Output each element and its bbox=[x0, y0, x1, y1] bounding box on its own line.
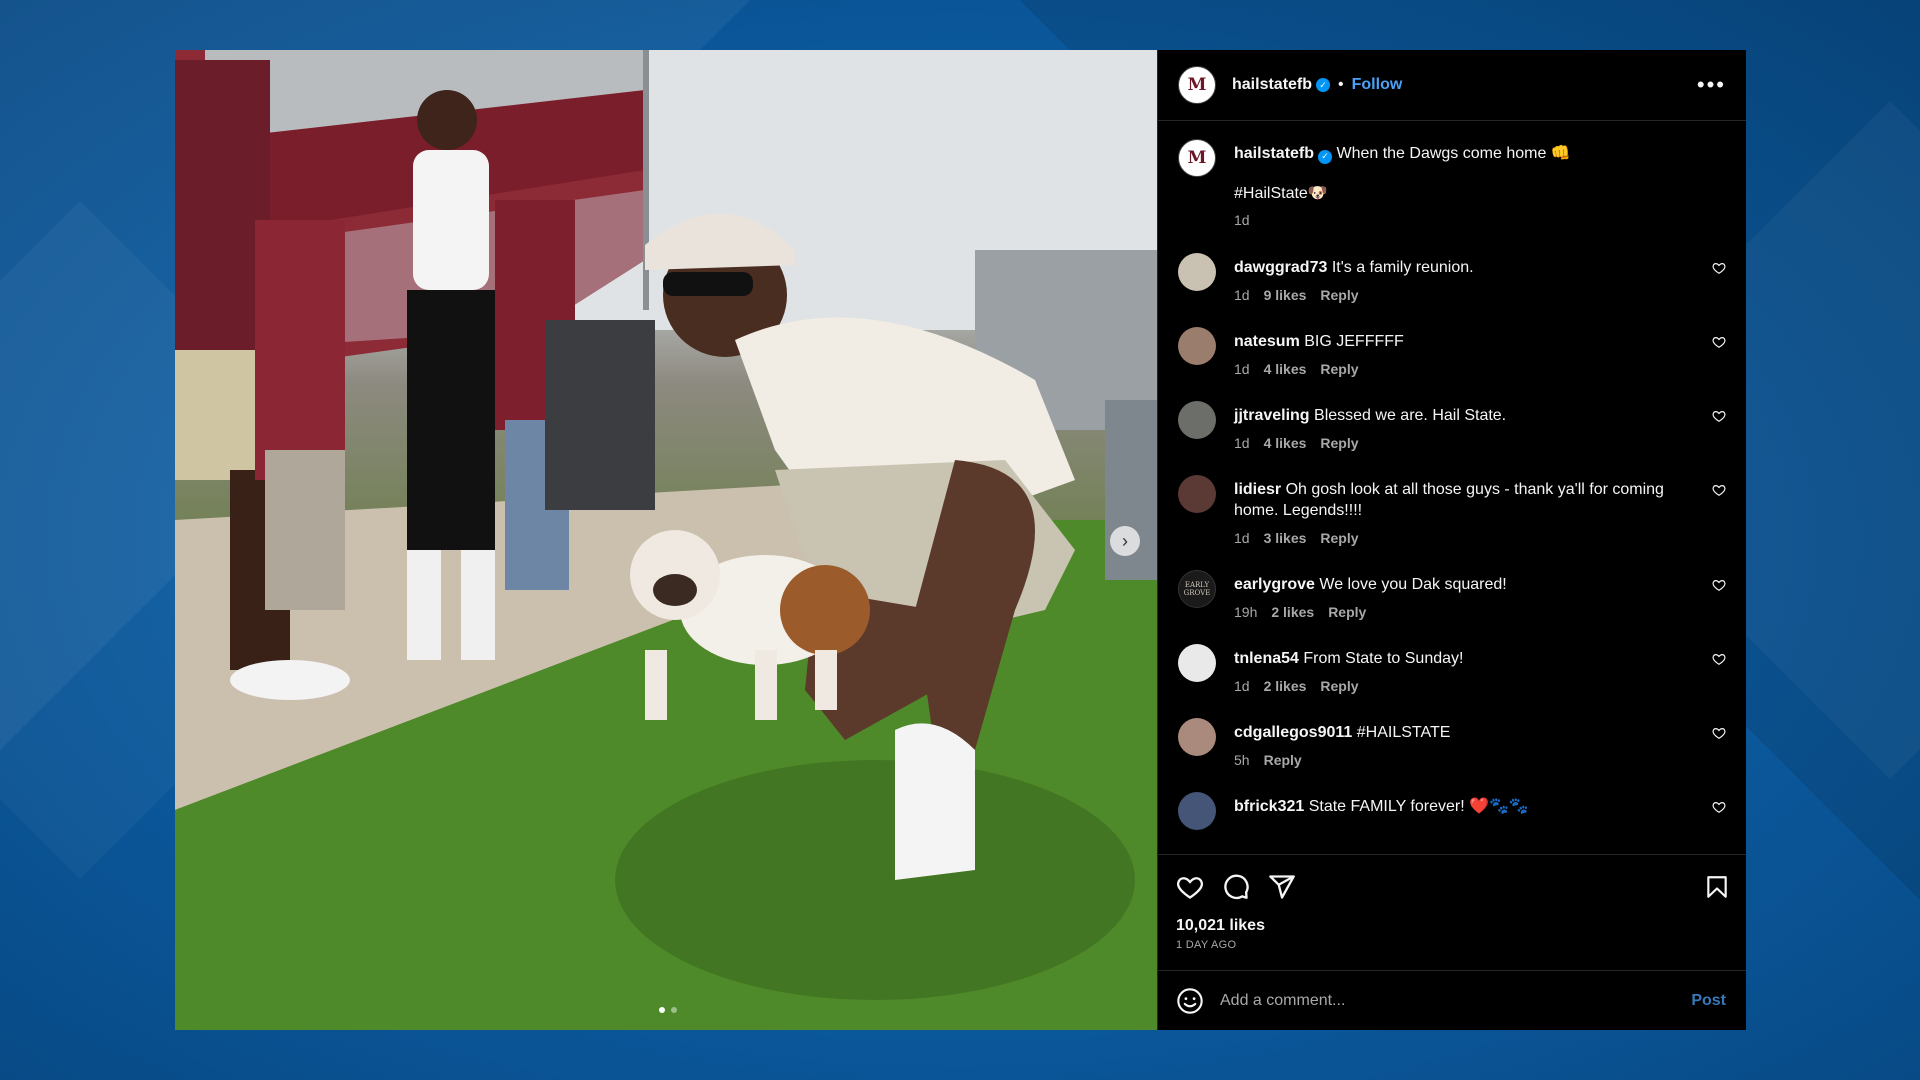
comment-username[interactable]: natesum bbox=[1234, 333, 1300, 350]
comment-text: Oh gosh look at all those guys - thank y… bbox=[1234, 481, 1664, 519]
heart-icon[interactable] bbox=[1712, 578, 1726, 592]
reply-button[interactable]: Reply bbox=[1320, 361, 1358, 377]
comment-username[interactable]: dawggrad73 bbox=[1234, 259, 1327, 276]
comment-item: dawggrad73 It's a family reunion. 1d 9 li… bbox=[1178, 253, 1726, 306]
comment-likes[interactable]: 2 likes bbox=[1271, 604, 1314, 620]
verified-icon: ✓ bbox=[1316, 78, 1331, 92]
comment-time: 1d bbox=[1234, 678, 1250, 694]
comment-item: natesum BIG JEFFFFF 1d 4 likes Reply bbox=[1178, 327, 1726, 380]
comment-time: 5h bbox=[1234, 752, 1250, 768]
comment-text: Blessed we are. Hail State. bbox=[1314, 407, 1507, 424]
instagram-post: › M hailstatefb ✓ • Follow ••• M hailsta… bbox=[175, 50, 1746, 1030]
comment-text: We love you Dak squared! bbox=[1319, 576, 1507, 593]
commenter-avatar[interactable] bbox=[1178, 327, 1216, 365]
comment-text: State FAMILY forever! ❤️🐾🐾 bbox=[1308, 798, 1529, 815]
comment-likes[interactable]: 4 likes bbox=[1264, 361, 1307, 377]
post-side-panel: M hailstatefb ✓ • Follow ••• M hailstate… bbox=[1157, 50, 1746, 1030]
comment-likes[interactable]: 3 likes bbox=[1264, 530, 1307, 546]
comment-username[interactable]: cdgallegos9011 bbox=[1234, 724, 1352, 741]
photo-illustration bbox=[175, 50, 1157, 1030]
comment-time: 1d bbox=[1234, 435, 1250, 451]
comment-time: 19h bbox=[1234, 604, 1258, 620]
comment-item: tnlena54 From State to Sunday! 1d 2 likes… bbox=[1178, 644, 1726, 697]
verified-icon: ✓ bbox=[1318, 149, 1333, 164]
comment-item: lidiesr Oh gosh look at all those guys -… bbox=[1178, 475, 1726, 549]
commenter-avatar[interactable] bbox=[1178, 644, 1216, 682]
commenter-avatar[interactable] bbox=[1178, 475, 1216, 513]
comment-likes[interactable]: 2 likes bbox=[1264, 678, 1307, 694]
commenter-avatar[interactable] bbox=[1178, 718, 1216, 756]
comments-list[interactable]: M hailstatefb ✓ When the Dawgs come home … bbox=[1158, 121, 1746, 854]
commenter-avatar[interactable] bbox=[1178, 792, 1216, 830]
reply-button[interactable]: Reply bbox=[1320, 530, 1358, 546]
heart-icon[interactable] bbox=[1712, 726, 1726, 740]
post-comment-button[interactable]: Post bbox=[1691, 992, 1726, 1010]
comment-username[interactable]: bfrick321 bbox=[1234, 798, 1304, 815]
more-icon[interactable]: ••• bbox=[1697, 72, 1726, 98]
heart-icon[interactable] bbox=[1712, 483, 1726, 497]
emoji-icon[interactable] bbox=[1176, 987, 1204, 1015]
comment-time: 1d bbox=[1234, 530, 1250, 546]
post-caption: M hailstatefb ✓ When the Dawgs come home … bbox=[1178, 139, 1726, 231]
chevron-right-icon: › bbox=[1122, 531, 1128, 551]
comment-username[interactable]: earlygrove bbox=[1234, 576, 1315, 593]
comment-text: It's a family reunion. bbox=[1331, 259, 1474, 276]
comment-username[interactable]: jjtraveling bbox=[1234, 407, 1310, 424]
reply-button[interactable]: Reply bbox=[1328, 604, 1366, 620]
carousel-next-button[interactable]: › bbox=[1110, 526, 1140, 556]
heart-icon[interactable] bbox=[1712, 261, 1726, 275]
comment-username[interactable]: tnlena54 bbox=[1234, 650, 1299, 667]
comment-username[interactable]: lidiesr bbox=[1234, 481, 1281, 498]
post-header: M hailstatefb ✓ • Follow ••• bbox=[1158, 50, 1746, 121]
caption-username[interactable]: hailstatefb bbox=[1234, 145, 1314, 162]
follow-button[interactable]: Follow bbox=[1352, 76, 1403, 94]
commenter-avatar[interactable]: EARLY GROVE bbox=[1178, 570, 1216, 608]
comment-input[interactable] bbox=[1220, 991, 1692, 1010]
carousel-indicator bbox=[659, 1007, 677, 1013]
reply-button[interactable]: Reply bbox=[1320, 678, 1358, 694]
dot-separator: • bbox=[1338, 76, 1344, 93]
likes-count[interactable]: 10,021 likes bbox=[1176, 917, 1730, 935]
caption-time: 1d bbox=[1234, 212, 1250, 228]
caption-avatar[interactable]: M bbox=[1178, 139, 1216, 177]
reply-button[interactable]: Reply bbox=[1320, 287, 1358, 303]
comment-time: 1d bbox=[1234, 287, 1250, 303]
heart-icon[interactable] bbox=[1176, 873, 1204, 901]
comment-item: cdgallegos9011 #HAILSTATE 5h Reply bbox=[1178, 718, 1726, 771]
heart-icon[interactable] bbox=[1712, 652, 1726, 666]
caption-text: When the Dawgs come home 👊 bbox=[1336, 145, 1571, 162]
reply-button[interactable]: Reply bbox=[1320, 435, 1358, 451]
add-comment-bar: Post bbox=[1158, 970, 1746, 1030]
share-icon[interactable] bbox=[1268, 873, 1296, 901]
heart-icon[interactable] bbox=[1712, 800, 1726, 814]
comment-item: EARLY GROVE earlygrove We love you Dak s… bbox=[1178, 570, 1726, 623]
reply-button[interactable]: Reply bbox=[1264, 752, 1302, 768]
account-username[interactable]: hailstatefb bbox=[1232, 76, 1312, 94]
caption-hashtag[interactable]: #HailState🐶 bbox=[1234, 183, 1686, 204]
comment-likes[interactable]: 4 likes bbox=[1264, 435, 1307, 451]
commenter-avatar[interactable] bbox=[1178, 401, 1216, 439]
comment-icon[interactable] bbox=[1222, 873, 1250, 901]
account-avatar[interactable]: M bbox=[1178, 66, 1216, 104]
comment-text: From State to Sunday! bbox=[1303, 650, 1464, 667]
comment-item: jjtraveling Blessed we are. Hail State. … bbox=[1178, 401, 1726, 454]
carousel-dot bbox=[659, 1007, 665, 1013]
heart-icon[interactable] bbox=[1712, 335, 1726, 349]
heart-icon[interactable] bbox=[1712, 409, 1726, 423]
comment-time: 1d bbox=[1234, 361, 1250, 377]
carousel-dot bbox=[671, 1007, 677, 1013]
comment-item: bfrick321 State FAMILY forever! ❤️🐾🐾 bbox=[1178, 792, 1726, 830]
post-actions: 10,021 likes 1 DAY AGO bbox=[1158, 854, 1746, 970]
comment-text: #HAILSTATE bbox=[1356, 724, 1451, 741]
comment-text: BIG JEFFFFF bbox=[1304, 333, 1404, 350]
post-age: 1 DAY AGO bbox=[1176, 939, 1237, 951]
commenter-avatar[interactable] bbox=[1178, 253, 1216, 291]
comment-likes[interactable]: 9 likes bbox=[1264, 287, 1307, 303]
post-photo: › bbox=[175, 50, 1157, 1030]
bookmark-icon[interactable] bbox=[1704, 873, 1730, 901]
